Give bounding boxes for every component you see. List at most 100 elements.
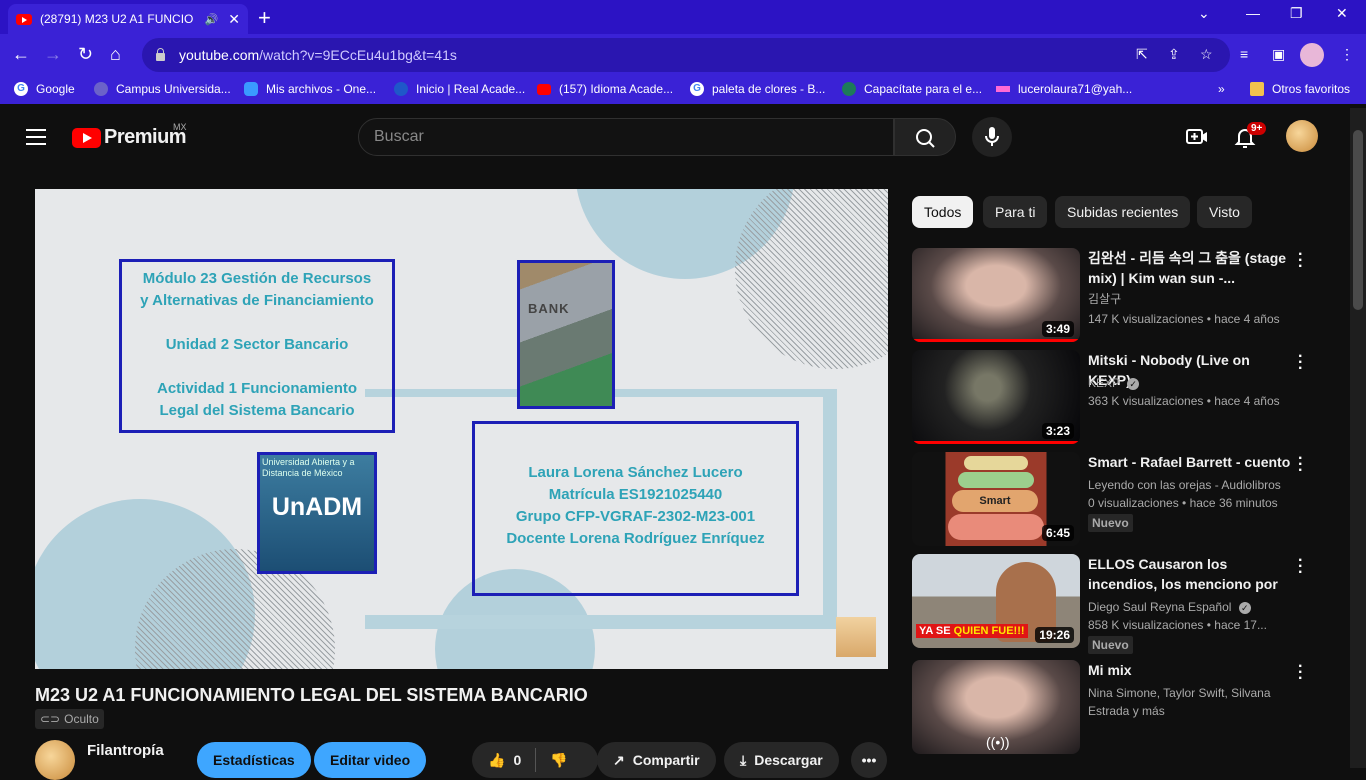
duration-badge: 19:26 [1035,627,1074,643]
rec-channel[interactable]: KEXP ✓ [1088,374,1140,392]
edit-video-button[interactable]: Editar video [314,742,427,778]
onedrive-icon [244,82,258,96]
menu-hamburger-icon[interactable] [26,129,46,150]
rec-stats: 147 K visualizaciones • hace 4 años [1088,312,1280,326]
stone-shape [964,456,1028,470]
video-thumbnail[interactable]: 3:49 [912,248,1080,342]
rec-menu-icon[interactable]: · · · [1298,451,1303,479]
bookmark-capacitate[interactable]: Capacítate para el e... [842,82,982,96]
folder-icon [1250,82,1264,96]
bookmark-yahoo[interactable]: lucerolaura71@yah... [996,82,1132,96]
unadm-logo: Universidad Abierta y a Distancia de Méx… [257,452,377,574]
thumbs-down-icon[interactable]: 👎 [550,752,567,769]
bookmark-star-icon[interactable]: ☆ [1200,46,1213,63]
rec-menu-icon[interactable]: · · · [1298,349,1303,377]
reload-button[interactable]: ↻ [78,44,93,65]
browser-toolbar: ← → ↻ ⌂ youtube.com/watch?v=9ECcEu4u1bg&… [0,34,1366,76]
stone-shape [958,472,1034,488]
recommendation-item[interactable]: ((•)) Mi mix Nina Simone, Taylor Swift, … [912,659,1342,756]
page-scrollbar[interactable] [1350,108,1366,768]
tab-search-icon[interactable]: ⌄ [1198,5,1210,22]
side-panel-icon[interactable]: ▣ [1272,46,1285,63]
rec-stats: 858 K visualizaciones • hace 17... [1088,618,1267,632]
thumbs-up-icon: 👍 [488,751,506,768]
close-tab-icon[interactable]: ✕ [228,11,240,28]
capacitate-icon [842,82,856,96]
rec-title[interactable]: 김완선 - 리듬 속의 그 춤을 (stage mix) | Kim wan s… [1088,248,1293,288]
slide-author-text: Laura Lorena Sánchez Lucero Matrícula ES1… [506,464,765,547]
video-player[interactable]: Módulo 23 Gestión de Recursos y Alternati… [35,189,888,669]
new-badge: Nuevo [1088,636,1133,654]
recommendation-item[interactable]: 3:23 Mitski - Nobody (Live on KEXP) KEXP… [912,349,1342,446]
share-icon[interactable]: ⇪ [1168,46,1180,63]
browser-tab[interactable]: (28791) M23 U2 A1 FUNCIO 🔊 ✕ [8,4,248,34]
smart-label: Smart [952,490,1038,512]
link-icon: ⊂⊃ [40,712,61,726]
bookmark-onedrive[interactable]: Mis archivos - One... [244,82,376,96]
bookmark-paleta[interactable]: Gpaleta de clores - B... [690,82,825,96]
stats-button[interactable]: Estadísticas [197,742,311,778]
open-in-app-icon[interactable]: ⇱ [1136,46,1148,63]
create-video-icon[interactable] [1186,128,1208,151]
like-button[interactable]: 👍 0 [488,752,521,769]
scrollbar-thumb[interactable] [1353,130,1363,310]
video-thumbnail[interactable]: Smart 6:45 [912,452,1080,546]
rec-channel[interactable]: Diego Saul Reyna Español ✓ [1088,598,1251,616]
bookmark-youtube[interactable]: (157) Idioma Acade... [537,82,673,96]
microphone-icon [985,127,999,146]
rec-menu-icon[interactable]: · · · [1298,247,1303,275]
chip-todos[interactable]: Todos [912,196,974,228]
mix-thumbnail[interactable]: ((•)) [912,660,1080,754]
rec-channel[interactable]: 김살구 [1088,290,1121,308]
google-icon: G [14,82,28,96]
share-button[interactable]: ↗ Compartir [597,742,716,778]
channel-name[interactable]: Filantropía [87,742,164,759]
rec-title[interactable]: ELLOS Causaron los incendios, los mencio… [1088,554,1293,594]
media-controls-icon[interactable]: ≡ [1240,46,1248,62]
tab-strip: (28791) M23 U2 A1 FUNCIO 🔊 ✕ + ⌄ — ❐ ✕ [0,0,1366,34]
rec-menu-icon[interactable]: · · · [1298,553,1303,581]
lock-icon[interactable] [156,48,165,61]
more-bookmarks-icon[interactable]: » [1218,82,1225,96]
verified-icon: ✓ [1127,378,1140,390]
close-window-button[interactable]: ✕ [1336,5,1348,22]
bookmark-google[interactable]: G Google [14,82,75,96]
account-avatar[interactable] [1286,120,1318,152]
bookmark-rae[interactable]: Inicio | Real Acade... [394,82,525,96]
rec-channel[interactable]: Leyendo con las orejas - Audiolibros [1088,476,1281,494]
channel-avatar[interactable] [35,740,75,780]
channel-watermark[interactable] [836,617,876,657]
rec-title[interactable]: Mi mix [1088,660,1293,680]
rec-title[interactable]: Smart - Rafael Barrett - cuento [1088,452,1293,472]
minimize-button[interactable]: — [1246,5,1260,21]
video-thumbnail[interactable]: YA SE QUIEN FUE!!! 19:26 [912,554,1080,648]
home-button[interactable]: ⌂ [110,44,121,65]
address-bar[interactable]: youtube.com/watch?v=9ECcEu4u1bg&t=41s [142,38,1230,72]
recommendation-item[interactable]: Smart 6:45 Smart - Rafael Barrett - cuen… [912,451,1342,548]
recommendation-item[interactable]: YA SE QUIEN FUE!!! 19:26 ELLOS Causaron … [912,553,1342,654]
new-tab-button[interactable]: + [258,5,271,31]
video-thumbnail[interactable]: 3:23 [912,350,1080,444]
speaker-icon[interactable]: 🔊 [205,13,219,26]
recommendation-item[interactable]: 3:49 김완선 - 리듬 속의 그 춤을 (stage mix) | Kim … [912,247,1342,344]
forward-button[interactable]: → [44,44,62,65]
chip-subidas-recientes[interactable]: Subidas recientes [1055,196,1191,228]
chip-para-ti[interactable]: Para ti [983,196,1048,228]
search-input[interactable]: Buscar [358,118,894,156]
restore-button[interactable]: ❐ [1290,5,1303,22]
voice-search-button[interactable] [972,117,1012,157]
slide-title-box: Módulo 23 Gestión de Recursos y Alternati… [119,259,395,433]
rec-channel: Nina Simone, Taylor Swift, Silvana Estra… [1088,686,1271,718]
youtube-premium-logo[interactable]: Premium MX [72,122,187,149]
profile-icon[interactable] [1300,43,1324,67]
back-button[interactable]: ← [12,44,30,65]
bookmark-campus[interactable]: Campus Universida... [94,82,231,96]
search-button[interactable] [894,118,956,156]
other-bookmarks[interactable]: Otros favoritos [1250,82,1350,96]
verified-icon: ✓ [1238,602,1251,614]
menu-kebab-icon[interactable]: ⋮ [1340,46,1354,63]
chip-visto[interactable]: Visto [1197,196,1252,228]
more-actions-button[interactable]: ••• [851,742,887,778]
download-button[interactable]: ⤓ Descargar [724,742,839,778]
rec-menu-icon[interactable]: · · · [1298,659,1303,687]
